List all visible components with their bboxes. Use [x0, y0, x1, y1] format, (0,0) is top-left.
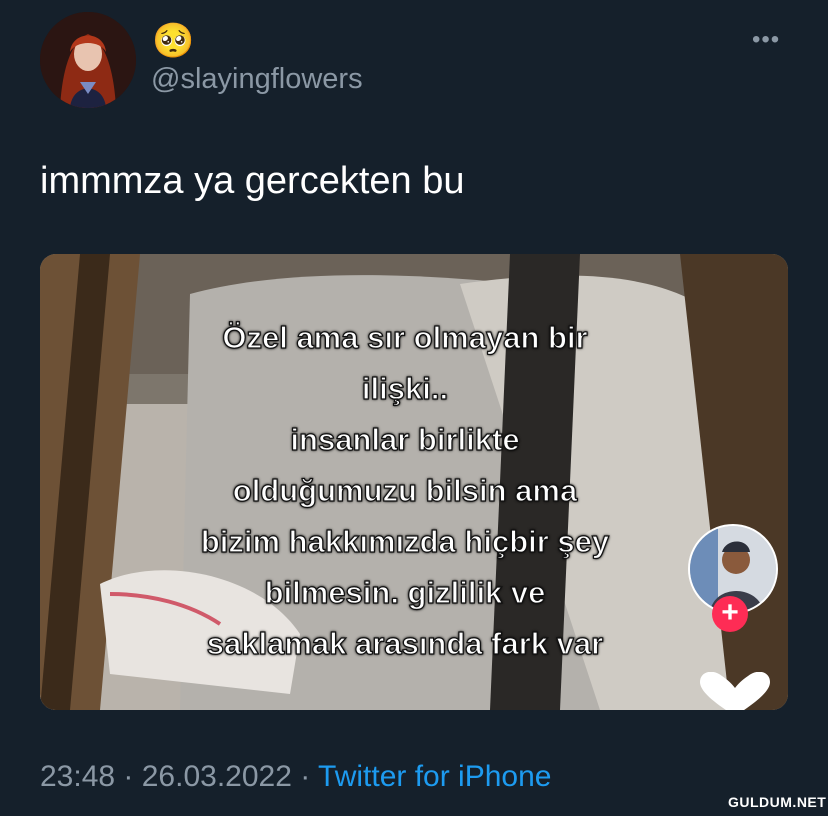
- tweet-time[interactable]: 23:48: [40, 760, 115, 793]
- tweet-media[interactable]: Özel ama sır olmayan bir ilişki.. insanl…: [40, 254, 788, 710]
- separator-dot: ·: [115, 760, 142, 793]
- caption-line: Özel ama sır olmayan bir: [222, 319, 588, 355]
- caption-line: olduğumuzu bilsin ama: [232, 472, 578, 508]
- profile-avatar-illustration: [40, 12, 136, 108]
- author-handle[interactable]: @slayingflowers: [151, 63, 363, 96]
- follow-button[interactable]: +: [712, 596, 748, 632]
- more-options-icon[interactable]: •••: [752, 26, 780, 54]
- video-caption: Özel ama sır olmayan bir ilişki.. insanl…: [140, 312, 670, 669]
- tweet-text: immmza ya gercekten bu: [40, 160, 465, 202]
- caption-line: ilişki..: [361, 370, 449, 406]
- tweet-metadata: 23:48 · 26.03.2022 · Twitter for iPhone: [40, 760, 551, 794]
- caption-line: bilmesin. gizlilik ve: [264, 574, 546, 610]
- caption-line: saklamak arasında fark var: [206, 625, 604, 661]
- caption-line: insanlar birlikte: [290, 421, 520, 457]
- site-watermark: GULDUM.NET: [728, 794, 827, 810]
- tweet-source-link[interactable]: Twitter for iPhone: [318, 760, 551, 793]
- separator-dot: ·: [291, 760, 319, 793]
- caption-line: bizim hakkımızda hiçbir şey: [200, 523, 610, 559]
- tweet-date[interactable]: 26.03.2022: [142, 760, 292, 793]
- heart-icon[interactable]: [700, 672, 770, 710]
- display-name-emoji: 🥺: [152, 21, 195, 61]
- author-avatar[interactable]: [40, 12, 136, 108]
